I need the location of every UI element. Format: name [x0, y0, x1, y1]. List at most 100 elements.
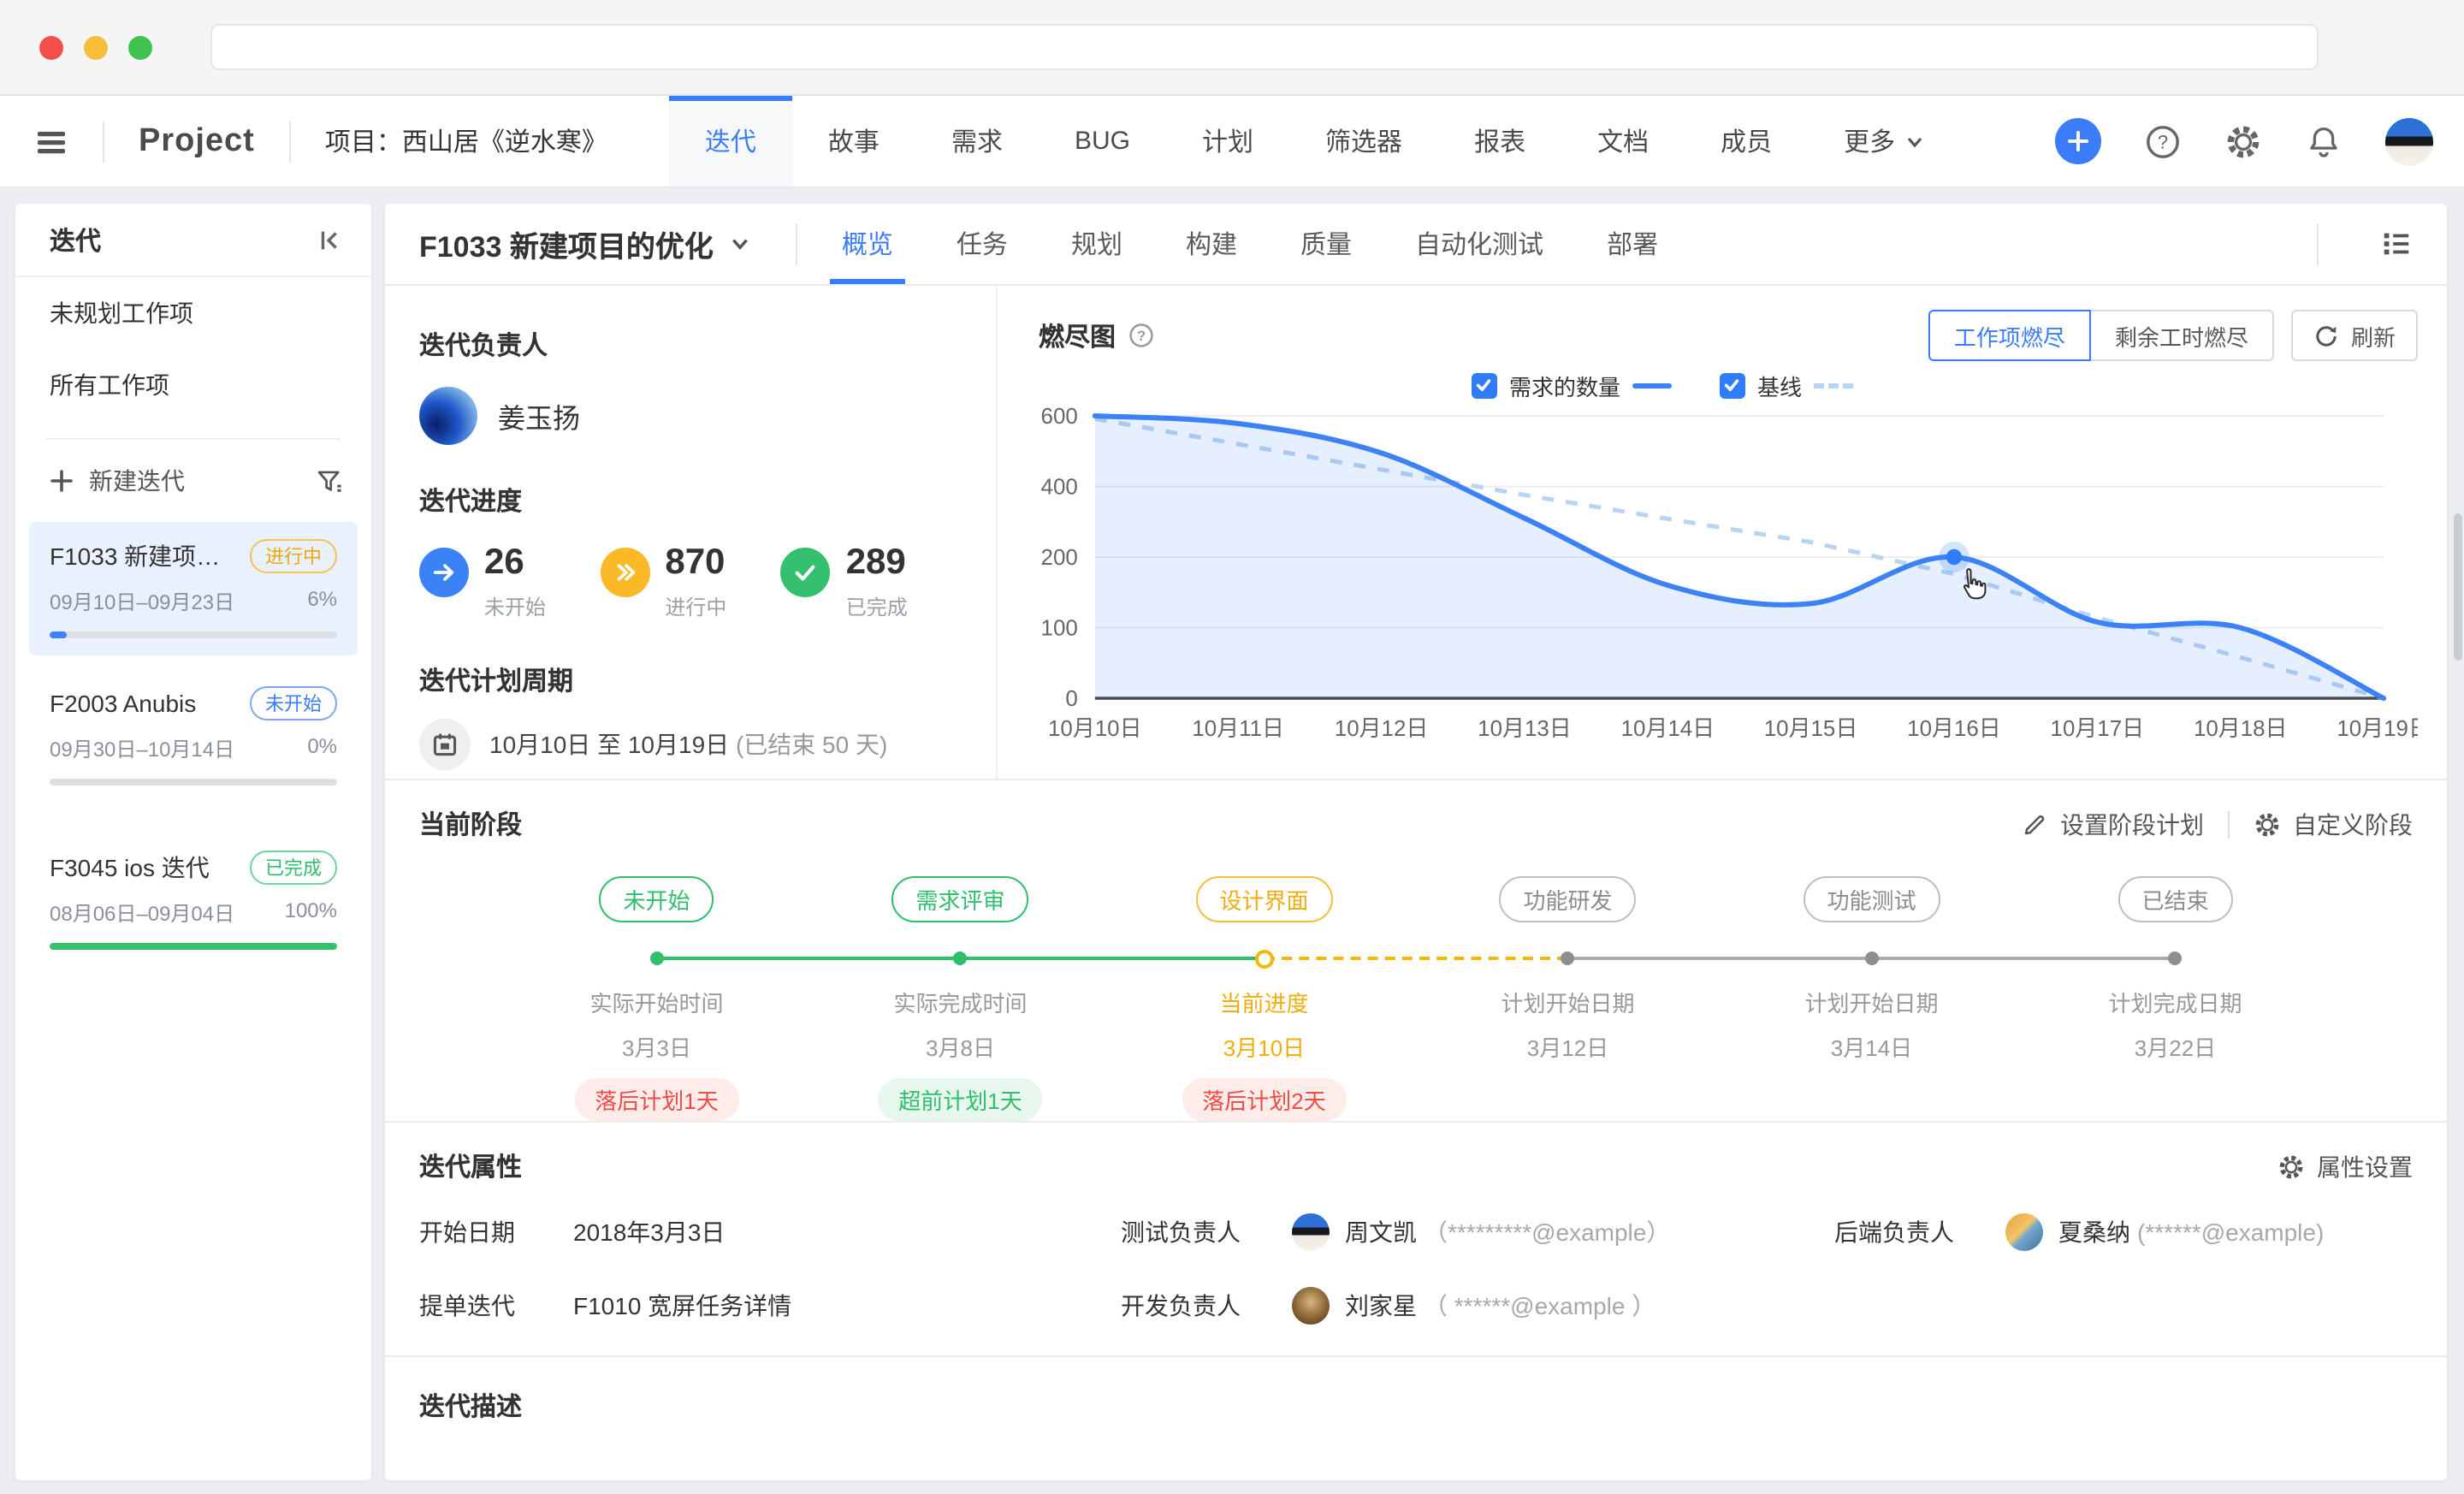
- svg-text:600: 600: [1041, 406, 1078, 429]
- start-date-label: 开始日期: [419, 1215, 573, 1249]
- scrollbar-thumb[interactable]: [2454, 513, 2462, 661]
- tester-avatar[interactable]: [1292, 1213, 1330, 1251]
- burndown-chart[interactable]: 600400200100010月10日10月11日10月12日10月13日10月…: [1018, 406, 2418, 748]
- toggle-workitem-burndown[interactable]: 工作项燃尽: [1928, 310, 2091, 361]
- stage-pill-design-ui[interactable]: 设计界面: [1195, 876, 1332, 922]
- hamburger-menu-icon[interactable]: [34, 124, 68, 158]
- stage-label: 计划开始日期: [1501, 986, 1634, 1018]
- nav-tab-iteration[interactable]: 迭代: [669, 96, 792, 187]
- svg-text:0: 0: [1065, 685, 1077, 711]
- close-window-icon[interactable]: [39, 35, 63, 59]
- nav-tab-document[interactable]: 文档: [1561, 96, 1685, 187]
- stage-date: 3月22日: [2135, 1030, 2216, 1063]
- legend-demand-count[interactable]: 需求的数量: [1472, 369, 1672, 401]
- customize-stage-button[interactable]: 自定义阶段: [2254, 807, 2413, 841]
- iteration-card-f3045[interactable]: F3045 ios 迭代 已完成 08月06日–09月04日 100%: [29, 833, 358, 967]
- refresh-button[interactable]: 刷新: [2291, 310, 2418, 361]
- tab-quality[interactable]: 质量: [1300, 204, 1352, 284]
- iteration-card-f2003[interactable]: F2003 Anubis 未开始 09月30日–10月14日 0%: [29, 669, 358, 803]
- nav-tab-requirement[interactable]: 需求: [915, 96, 1039, 187]
- nav-tab-report[interactable]: 报表: [1438, 96, 1561, 187]
- tester-name[interactable]: 周文凯: [1345, 1215, 1417, 1249]
- label-completed: 已完成: [846, 592, 908, 621]
- legend-baseline[interactable]: 基线: [1720, 369, 1853, 401]
- nav-tab-bug[interactable]: BUG: [1039, 96, 1166, 187]
- svg-text:100: 100: [1041, 615, 1078, 641]
- divider: [2228, 810, 2230, 838]
- help-icon[interactable]: ?: [1128, 322, 1155, 349]
- checkbox-checked-icon[interactable]: [1720, 372, 1745, 398]
- toggle-remaining-hours-burndown[interactable]: 剩余工时燃尽: [2089, 310, 2274, 361]
- list-view-icon[interactable]: [2380, 228, 2413, 260]
- nav-tab-more[interactable]: 更多: [1808, 96, 1960, 187]
- tab-planning[interactable]: 规划: [1071, 204, 1122, 284]
- status-badge: 已完成: [250, 851, 337, 885]
- arrow-right-icon: [419, 548, 469, 597]
- ticket-iteration-value[interactable]: F1010 宽屏任务详情: [573, 1289, 791, 1323]
- cycle-section-title: 迭代计划周期: [419, 662, 962, 698]
- developer-avatar[interactable]: [1292, 1287, 1330, 1325]
- app-window: Project 项目：西山居《逆水寒》 迭代 故事 需求 BUG 计划 筛选器 …: [0, 0, 2464, 1494]
- backend-name[interactable]: 夏桑纳: [2058, 1215, 2130, 1249]
- tab-tasks[interactable]: 任务: [957, 204, 1008, 284]
- checkbox-checked-icon[interactable]: [1472, 372, 1497, 398]
- svg-text:10月10日: 10月10日: [1048, 715, 1142, 741]
- stage-dot: [1561, 952, 1575, 965]
- gear-icon: [2254, 810, 2281, 838]
- property-settings-button[interactable]: 属性设置: [2277, 1149, 2413, 1183]
- chevron-down-icon: [729, 233, 751, 255]
- stage-pill-feature-dev[interactable]: 功能研发: [1499, 876, 1636, 922]
- set-stage-plan-button[interactable]: 设置阶段计划: [2023, 807, 2204, 841]
- settings-gear-icon[interactable]: [2224, 122, 2262, 160]
- stage-date: 3月12日: [1527, 1030, 1608, 1063]
- zoom-window-icon[interactable]: [128, 35, 152, 59]
- developer-name[interactable]: 刘家星: [1345, 1289, 1417, 1323]
- iteration-card-f1033[interactable]: F1033 新建项目的优化 进行中 09月10日–09月23日 6%: [29, 522, 358, 655]
- filter-icon[interactable]: [315, 466, 344, 495]
- stage-info-5: 计划完成日期 3月22日: [2023, 979, 2327, 1121]
- traffic-lights: [39, 35, 152, 59]
- iteration-title-dropdown[interactable]: F1033 新建项目的优化: [419, 204, 751, 284]
- stage-dot: [2169, 952, 2183, 965]
- stage-pill-not-started[interactable]: 未开始: [599, 876, 714, 922]
- nav-tab-plan[interactable]: 计划: [1166, 96, 1289, 187]
- stage-dot: [954, 952, 968, 965]
- nav-tab-filter[interactable]: 筛选器: [1289, 96, 1438, 187]
- backend-label: 后端负责人: [1834, 1215, 2005, 1249]
- stage-pill-finished[interactable]: 已结束: [2118, 876, 2232, 922]
- nav-tab-member[interactable]: 成员: [1685, 96, 1808, 187]
- address-bar[interactable]: [210, 24, 2319, 70]
- collapse-sidebar-icon[interactable]: [315, 225, 344, 254]
- project-name[interactable]: 项目：西山居《逆水寒》: [325, 123, 607, 159]
- help-icon[interactable]: ?: [2144, 122, 2182, 160]
- backend-avatar[interactable]: [2005, 1213, 2043, 1251]
- new-iteration-button[interactable]: 新建迭代: [89, 464, 185, 498]
- owner-name: 姜玉扬: [498, 395, 580, 436]
- minimize-window-icon[interactable]: [84, 35, 108, 59]
- brand-logo[interactable]: Project: [139, 122, 255, 160]
- progress-fill: [50, 943, 337, 950]
- svg-text:10月16日: 10月16日: [1907, 715, 2001, 741]
- tab-build[interactable]: 构建: [1186, 204, 1237, 284]
- owner-avatar[interactable]: [419, 387, 477, 445]
- stage-pill-feature-test[interactable]: 功能测试: [1803, 876, 1940, 922]
- status-badge: 未开始: [250, 686, 337, 720]
- stage-info-3: 计划开始日期 3月12日: [1416, 979, 1720, 1121]
- stage-date: 3月3日: [622, 1030, 691, 1063]
- svg-text:10月13日: 10月13日: [1478, 715, 1572, 741]
- stage-pill-requirement-review[interactable]: 需求评审: [891, 876, 1028, 922]
- nav-tab-story[interactable]: 故事: [792, 96, 915, 187]
- notifications-bell-icon[interactable]: [2305, 122, 2343, 160]
- user-avatar[interactable]: [2385, 117, 2433, 165]
- create-button[interactable]: [2055, 118, 2101, 164]
- stage-date: 3月8日: [926, 1030, 995, 1063]
- legend-label: 需求的数量: [1509, 369, 1620, 401]
- tab-overview[interactable]: 概览: [842, 204, 893, 284]
- stage-progress-line: [505, 938, 2327, 979]
- iteration-dates: 09月30日–10月14日: [50, 734, 234, 763]
- sidebar-item-unplanned[interactable]: 未规划工作项: [15, 277, 371, 349]
- count-completed: 289: [846, 542, 908, 584]
- tab-automated-testing[interactable]: 自动化测试: [1415, 204, 1543, 284]
- tab-deploy[interactable]: 部署: [1607, 204, 1658, 284]
- sidebar-item-all[interactable]: 所有工作项: [15, 349, 371, 421]
